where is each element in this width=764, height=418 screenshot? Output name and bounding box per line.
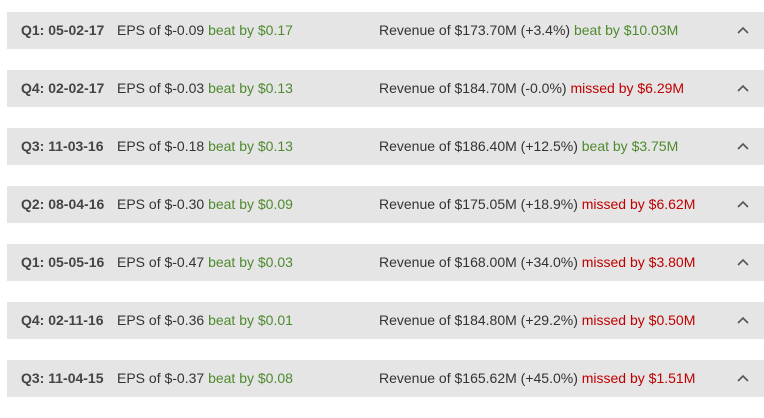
earnings-row[interactable]: Q1: 05-02-17 EPS of $-0.09 beat by $0.17… [7,12,764,49]
revenue-value: Revenue of $175.05M (+18.9%) [379,196,578,212]
revenue-summary: Revenue of $175.05M (+18.9%) missed by $… [379,196,695,212]
earnings-row[interactable]: Q3: 11-03-16 EPS of $-0.18 beat by $0.13… [7,128,764,165]
revenue-summary: Revenue of $184.70M (-0.0%) missed by $6… [379,80,684,96]
quarter-date: Q4: 02-02-17 [21,80,105,96]
chevron-up-icon[interactable] [736,371,750,385]
earnings-row[interactable]: Q1: 05-05-16 EPS of $-0.47 beat by $0.03… [7,244,764,281]
eps-result: beat by $0.01 [208,312,293,328]
eps-result: beat by $0.17 [208,22,293,38]
eps-value: EPS of $-0.37 [117,370,205,386]
eps-result: beat by $0.08 [208,370,293,386]
revenue-result: missed by $0.50M [581,312,696,328]
revenue-value: Revenue of $186.40M (+12.5%) [379,138,578,154]
earnings-row[interactable]: Q3: 11-04-15 EPS of $-0.37 beat by $0.08… [7,360,764,397]
revenue-result: missed by $6.29M [570,80,685,96]
chevron-up-icon[interactable] [736,23,750,37]
eps-result: beat by $0.03 [208,254,293,270]
eps-value: EPS of $-0.47 [117,254,205,270]
quarter-date: Q1: 05-05-16 [21,254,105,270]
chevron-up-icon[interactable] [736,139,750,153]
eps-value: EPS of $-0.30 [117,196,205,212]
revenue-value: Revenue of $173.70M (+3.4%) [379,22,571,38]
eps-summary: EPS of $-0.03 beat by $0.13 [117,80,293,96]
eps-summary: EPS of $-0.47 beat by $0.03 [117,254,293,270]
eps-value: EPS of $-0.18 [117,138,205,154]
eps-value: EPS of $-0.03 [117,80,205,96]
revenue-result: beat by $10.03M [573,22,679,38]
revenue-value: Revenue of $184.70M (-0.0%) [379,80,567,96]
earnings-row[interactable]: Q2: 08-04-16 EPS of $-0.30 beat by $0.09… [7,186,764,223]
revenue-summary: Revenue of $165.62M (+45.0%) missed by $… [379,370,695,386]
quarter-date: Q4: 02-11-16 [21,312,104,328]
eps-summary: EPS of $-0.18 beat by $0.13 [117,138,293,154]
chevron-up-icon[interactable] [736,255,750,269]
chevron-up-icon[interactable] [736,81,750,95]
quarter-date: Q1: 05-02-17 [21,22,105,38]
revenue-result: beat by $3.75M [581,138,679,154]
revenue-result: missed by $3.80M [581,254,696,270]
revenue-result: missed by $6.62M [581,196,696,212]
revenue-value: Revenue of $165.62M (+45.0%) [379,370,578,386]
chevron-up-icon[interactable] [736,313,750,327]
eps-result: beat by $0.13 [208,80,293,96]
eps-result: beat by $0.13 [208,138,293,154]
eps-summary: EPS of $-0.36 beat by $0.01 [117,312,293,328]
eps-summary: EPS of $-0.30 beat by $0.09 [117,196,293,212]
chevron-up-icon[interactable] [736,197,750,211]
earnings-list: Q1: 05-02-17 EPS of $-0.09 beat by $0.17… [7,12,764,418]
quarter-date: Q3: 11-03-16 [21,138,104,154]
revenue-summary: Revenue of $184.80M (+29.2%) missed by $… [379,312,695,328]
eps-summary: EPS of $-0.37 beat by $0.08 [117,370,293,386]
revenue-result: missed by $1.51M [581,370,696,386]
earnings-row[interactable]: Q4: 02-11-16 EPS of $-0.36 beat by $0.01… [7,302,764,339]
revenue-summary: Revenue of $173.70M (+3.4%) beat by $10.… [379,22,678,38]
quarter-date: Q2: 08-04-16 [21,196,105,212]
quarter-date: Q3: 11-04-15 [21,370,104,386]
eps-value: EPS of $-0.09 [117,22,205,38]
revenue-value: Revenue of $184.80M (+29.2%) [379,312,578,328]
eps-value: EPS of $-0.36 [117,312,205,328]
revenue-summary: Revenue of $168.00M (+34.0%) missed by $… [379,254,695,270]
eps-result: beat by $0.09 [208,196,293,212]
revenue-value: Revenue of $168.00M (+34.0%) [379,254,578,270]
earnings-row[interactable]: Q4: 02-02-17 EPS of $-0.03 beat by $0.13… [7,70,764,107]
eps-summary: EPS of $-0.09 beat by $0.17 [117,22,293,38]
revenue-summary: Revenue of $186.40M (+12.5%) beat by $3.… [379,138,678,154]
